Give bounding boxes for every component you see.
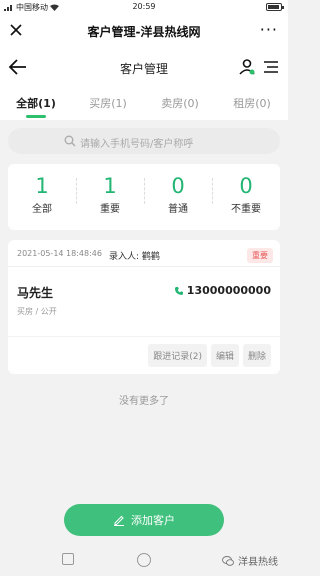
wechat-titlebar: 客户管理-洋县热线网 ··· (0, 14, 288, 48)
menu-icon[interactable] (264, 59, 278, 75)
phone-link[interactable]: 13000000000 (174, 284, 271, 297)
divider (8, 266, 280, 267)
customer-type: 买房 / 公开 (17, 307, 57, 316)
home-icon[interactable] (137, 553, 151, 567)
stat-value: 1 (35, 174, 49, 198)
phone-number: 13000000000 (186, 284, 271, 297)
recorder-label: 录入人: 鹳鹳 (109, 252, 160, 262)
add-customer-label: 添加客户 (131, 514, 175, 527)
edit-button[interactable]: 编辑 (210, 344, 239, 367)
search-input[interactable]: 请输入手机号码/客户称呼 (8, 128, 280, 154)
stat-normal[interactable]: 0 普通 (144, 164, 212, 230)
tab-buy[interactable]: 买房(1) (72, 86, 144, 120)
follow-records-button[interactable]: 跟进记录(2) (148, 344, 207, 367)
stat-label: 普通 (168, 204, 188, 215)
stat-value: 1 (103, 174, 117, 198)
stat-value: 0 (239, 174, 253, 198)
page-title: 客户管理 (119, 62, 168, 76)
recent-apps-icon[interactable] (62, 553, 74, 565)
battery-icon (266, 3, 284, 11)
more-icon[interactable]: ··· (260, 20, 278, 39)
stat-all[interactable]: 1 全部 (8, 164, 76, 230)
no-more-text: 没有更多了 (119, 396, 169, 407)
divider (8, 336, 280, 337)
user-icon[interactable] (238, 58, 256, 76)
customer-name: 马先生 (17, 286, 54, 300)
stat-important[interactable]: 1 重要 (76, 164, 144, 230)
back-arrow-icon[interactable] (8, 58, 28, 76)
stat-label: 不重要 (231, 204, 261, 215)
stats-panel: 1 全部 1 重要 0 普通 0 不重要 (8, 164, 280, 230)
watermark: 洋县热线 (222, 553, 278, 568)
priority-badge: 重要 (247, 248, 273, 263)
stat-label: 重要 (100, 204, 120, 215)
tab-sell[interactable]: 卖房(0) (144, 86, 216, 120)
filter-tabs: 全部(1) 买房(1) 卖房(0) 租房(0) (0, 86, 288, 120)
tab-all[interactable]: 全部(1) (0, 86, 72, 120)
watermark-text: 洋县热线 (238, 557, 278, 568)
window-title: 客户管理-洋县热线网 (87, 25, 201, 39)
stat-value: 0 (171, 174, 185, 198)
close-icon[interactable] (8, 22, 24, 38)
search-icon (64, 135, 76, 147)
status-bar: 中国移动 20:59 (0, 0, 288, 14)
stat-unimportant[interactable]: 0 不重要 (212, 164, 280, 230)
system-nav-bar: 洋县热线 (0, 544, 288, 576)
customer-card[interactable]: 2021-05-14 18:48:46 录入人: 鹳鹳 重要 马先生 13000… (8, 240, 280, 374)
stat-label: 全部 (32, 204, 52, 215)
search-placeholder: 请输入手机号码/客户称呼 (80, 139, 194, 150)
delete-button[interactable]: 删除 (242, 344, 271, 367)
status-time: 20:59 (132, 2, 156, 11)
wechat-icon (222, 555, 234, 566)
phone-icon (174, 286, 183, 295)
record-datetime: 2021-05-14 18:48:46 (17, 249, 102, 258)
tab-rent[interactable]: 租房(0) (216, 86, 288, 120)
add-customer-button[interactable]: 添加客户 (64, 504, 224, 536)
card-actions: 跟进记录(2) 编辑 删除 (148, 344, 271, 367)
page-navbar: 客户管理 (0, 48, 288, 86)
edit-pencil-icon (114, 515, 124, 526)
